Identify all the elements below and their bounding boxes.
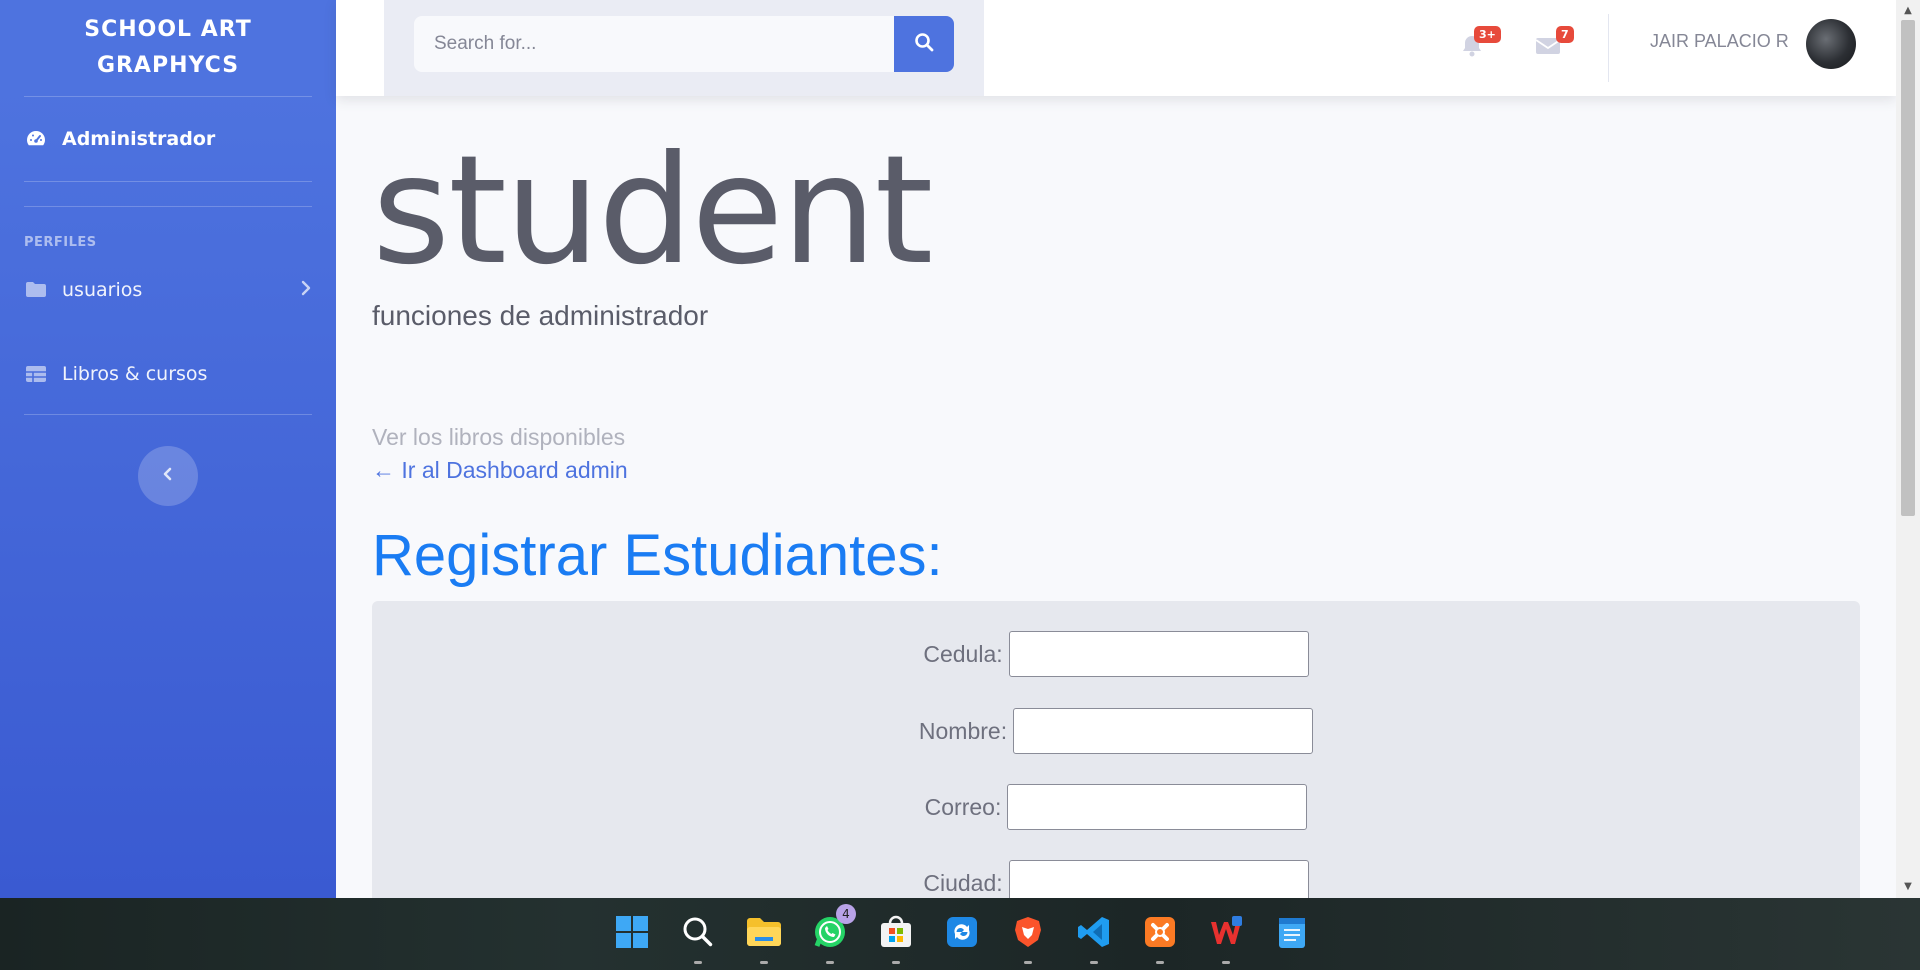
taskbar-apps: 4 [608, 904, 1316, 964]
sidebar-item-libros-cursos[interactable]: Libros & cursos [0, 346, 336, 402]
active-indicator [1222, 961, 1230, 964]
whatsapp-badge: 4 [836, 904, 856, 924]
topbar: 3+ 7 JAIR PALACIO R [336, 0, 1896, 96]
form-row-correo: Correo: [372, 784, 1860, 830]
active-indicator [760, 961, 768, 964]
field-label: Correo: [924, 793, 1002, 820]
sidebar-item-administrador[interactable]: Administrador [0, 97, 336, 181]
microsoft-store-icon[interactable] [872, 908, 920, 964]
registration-form: Cedula: Nombre: Correo: Ciudad: [372, 601, 1860, 941]
chevron-left-icon [162, 466, 174, 486]
sync-app-icon[interactable] [938, 908, 986, 956]
page-title: student [372, 124, 933, 298]
taskbar-search-icon[interactable] [674, 908, 722, 964]
windows-start-icon[interactable] [608, 908, 656, 956]
active-indicator [892, 961, 900, 964]
alerts-button[interactable]: 3+ [1452, 26, 1501, 68]
brave-icon[interactable] [1004, 908, 1052, 964]
form-title: Registrar Estudiantes: [372, 523, 943, 588]
brand-text: SCHOOL ART GRAPHYCS [84, 17, 252, 78]
active-indicator [1156, 961, 1164, 964]
wps-office-icon[interactable] [1202, 908, 1250, 964]
taskbar: 4 [0, 898, 1920, 970]
table-icon [24, 362, 48, 386]
correo-input[interactable] [1007, 784, 1308, 830]
page-subtitle: funciones de administrador [372, 300, 709, 331]
cedula-input[interactable] [1008, 631, 1309, 677]
form-row-cedula: Cedula: [372, 631, 1860, 677]
main-content: student funciones de administrador Ver l… [372, 96, 1860, 941]
available-books-text: Ver los libros disponibles [372, 424, 626, 450]
user-name[interactable]: JAIR PALACIO R [1650, 31, 1789, 52]
nombre-input[interactable] [1013, 708, 1314, 754]
messages-badge: 7 [1556, 26, 1574, 43]
sidebar-divider [24, 414, 312, 415]
sidebar-divider [24, 181, 312, 182]
search-button[interactable] [894, 16, 954, 72]
chevron-right-icon [300, 279, 312, 301]
form-row-nombre: Nombre: [372, 708, 1860, 754]
field-label: Cedula: [923, 640, 1003, 667]
active-indicator [1090, 961, 1098, 964]
page-scrollbar[interactable]: ▲ ▼ [1896, 0, 1920, 898]
search-icon [914, 32, 934, 56]
xampp-icon[interactable] [1136, 908, 1184, 964]
sidebar-toggle-button[interactable] [138, 446, 198, 506]
sidebar-item-label: Libros & cursos [62, 363, 208, 385]
file-explorer-icon[interactable] [740, 908, 788, 964]
sidebar-heading: PERFILES [24, 235, 97, 250]
folder-icon [24, 278, 48, 302]
scroll-down-arrow[interactable]: ▼ [1902, 880, 1914, 892]
sidebar-brand[interactable]: SCHOOL ART GRAPHYCS [0, 0, 336, 96]
topbar-divider [1608, 14, 1609, 82]
scroll-up-arrow[interactable]: ▲ [1902, 4, 1914, 16]
active-indicator [826, 961, 834, 964]
dashboard-back-link[interactable]: ← Ir al Dashboard admin [372, 457, 1860, 484]
sidebar-item-label: Administrador [62, 128, 216, 150]
whatsapp-icon[interactable]: 4 [806, 904, 856, 964]
field-label: Ciudad: [923, 869, 1003, 896]
search-input[interactable] [414, 16, 894, 72]
notepad-icon[interactable] [1268, 908, 1316, 956]
messages-button[interactable]: 7 [1528, 26, 1574, 68]
alerts-badge: 3+ [1474, 26, 1501, 43]
avatar[interactable] [1806, 19, 1856, 69]
tachometer-icon [24, 127, 48, 151]
sidebar: SCHOOL ART GRAPHYCS Administrador PERFIL… [0, 0, 336, 898]
search-area [384, 0, 984, 96]
field-label: Nombre: [918, 717, 1008, 744]
vscode-icon[interactable] [1070, 908, 1118, 964]
sidebar-item-usuarios[interactable]: usuarios [0, 262, 336, 318]
sidebar-item-label: usuarios [62, 279, 143, 301]
active-indicator [694, 961, 702, 964]
scroll-thumb[interactable] [1901, 20, 1915, 516]
active-indicator [1024, 961, 1032, 964]
